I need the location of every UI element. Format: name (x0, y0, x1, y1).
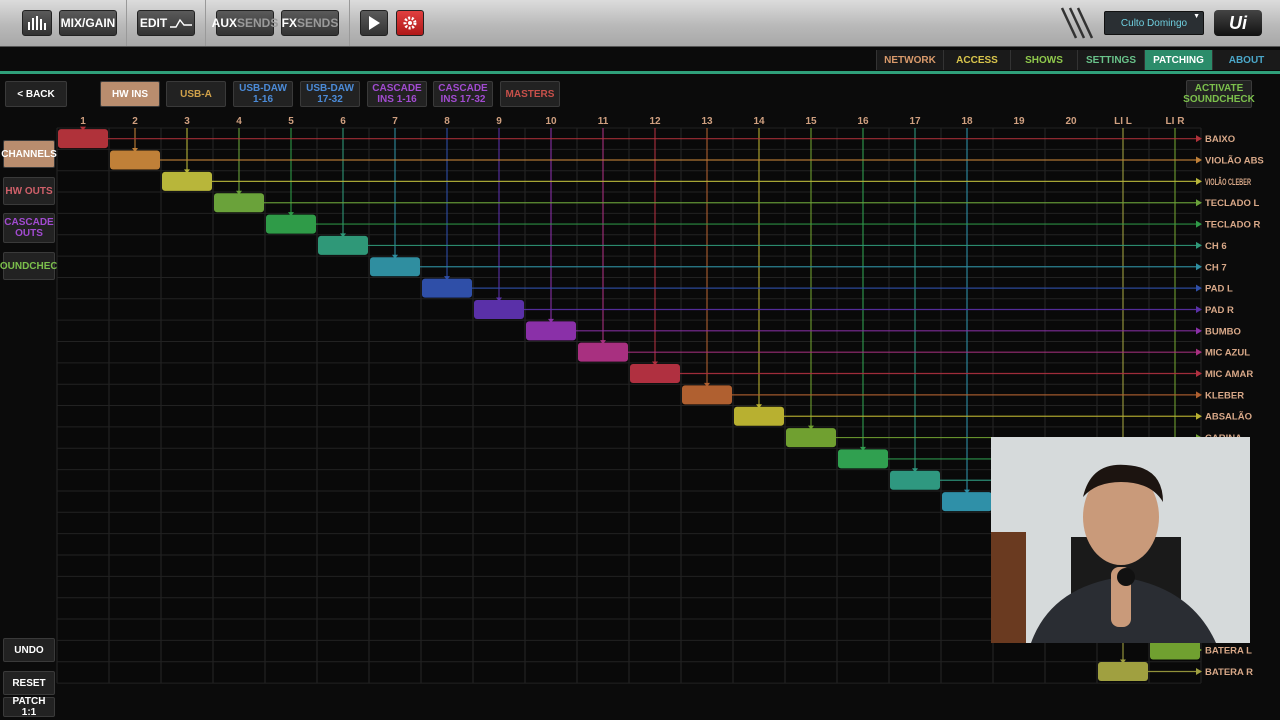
patch-block[interactable] (422, 278, 472, 298)
column-header: 13 (701, 116, 713, 127)
row-label: BATERA L (1205, 646, 1252, 657)
column-header: 19 (1013, 116, 1025, 127)
column-header: LI L (1114, 116, 1132, 127)
accent-line (0, 71, 1280, 74)
source-tab-cascade-1-16[interactable]: CASCADE INS 1-16 (367, 81, 427, 107)
column-header: 2 (132, 116, 138, 127)
row-label: BUMBO (1205, 326, 1241, 337)
column-header: 4 (236, 116, 242, 127)
patch-block[interactable] (682, 385, 732, 405)
row-label: VIOLÃO ABS (1205, 156, 1264, 167)
patch-block[interactable] (890, 470, 940, 490)
patch-block[interactable] (318, 235, 368, 255)
column-header: 1 (80, 116, 86, 127)
tab-settings[interactable]: SETTINGS (1077, 50, 1144, 70)
column-header: 9 (496, 116, 502, 127)
patch-block[interactable] (838, 449, 888, 469)
row-label: VIOLÃO CLEBER (1205, 177, 1251, 188)
toolbar-separator (126, 0, 127, 46)
patch-block[interactable] (110, 150, 160, 170)
row-label: PAD L (1205, 284, 1233, 295)
aux-sends-button[interactable]: AUX SENDS (212, 10, 278, 36)
meters-icon (28, 16, 46, 30)
source-tab-hw-ins[interactable]: HW INS (100, 81, 160, 107)
column-header: 10 (545, 116, 557, 127)
presenter-video-image (991, 437, 1250, 643)
patch-block[interactable] (266, 214, 316, 234)
column-header: 8 (444, 116, 450, 127)
row-label: BAIXO (1205, 134, 1235, 145)
play-icon (369, 16, 380, 30)
patch-block[interactable] (578, 342, 628, 362)
tab-network[interactable]: NETWORK (876, 50, 943, 70)
patch-block[interactable] (162, 171, 212, 191)
tab-about[interactable]: ABOUT (1212, 50, 1280, 70)
edit-button[interactable]: EDIT (137, 10, 195, 36)
show-name-display[interactable]: Culto Domingo ▼ (1104, 11, 1204, 35)
column-header: 11 (598, 116, 609, 127)
ui-logo: Ui (1214, 10, 1262, 36)
column-header: 5 (288, 116, 294, 127)
row-label: MIC AMAR (1205, 369, 1253, 380)
patch-block[interactable] (214, 193, 264, 213)
column-header: 20 (1065, 116, 1077, 127)
settings-button[interactable] (396, 10, 424, 36)
mix-gain-button[interactable]: MIX/GAIN (59, 10, 117, 36)
back-button[interactable]: < BACK (5, 81, 67, 107)
top-toolbar: MIX/GAIN EDIT AUX SENDS FX SENDS Culto Dom… (0, 0, 1280, 47)
patch-block[interactable] (734, 406, 784, 426)
tab-patching[interactable]: PATCHING (1144, 50, 1212, 70)
source-tab-masters[interactable]: MASTERS (500, 81, 560, 107)
patch-block[interactable] (370, 257, 420, 277)
row-label: PAD R (1205, 305, 1234, 316)
play-button[interactable] (360, 10, 388, 36)
patch-block[interactable] (1150, 640, 1200, 660)
patch-block[interactable] (786, 428, 836, 448)
activate-soundcheck-button[interactable]: ACTIVATE SOUNDCHECK (1183, 80, 1255, 108)
source-tab-cascade-17-32[interactable]: CASCADE INS 17-32 (433, 81, 493, 107)
webcam-overlay (991, 437, 1250, 643)
row-label: ABSALÃO (1205, 412, 1252, 423)
row-label: CH 6 (1205, 241, 1227, 252)
main-menu: NETWORK ACCESS SHOWS SETTINGS PATCHING A… (0, 50, 1280, 70)
patch-block[interactable] (58, 129, 108, 149)
tab-shows[interactable]: SHOWS (1010, 50, 1077, 70)
column-header: 6 (340, 116, 346, 127)
fx-sends-button[interactable]: FX SENDS (281, 10, 339, 36)
meters-button[interactable] (22, 10, 52, 36)
column-header: 18 (961, 116, 973, 127)
tab-access[interactable]: ACCESS (943, 50, 1010, 70)
row-label: KLEBER (1205, 390, 1244, 401)
patch-1-1-button[interactable]: PATCH 1:1 (3, 696, 55, 718)
row-label: BATERA R (1205, 667, 1253, 678)
patch-block[interactable] (526, 321, 576, 341)
patch-block[interactable] (474, 299, 524, 319)
row-label: TECLADO L (1205, 198, 1260, 209)
patch-block[interactable] (942, 492, 992, 512)
column-header: 3 (184, 116, 190, 127)
row-label: TECLADO R (1205, 220, 1261, 231)
column-header: 14 (753, 116, 765, 127)
source-tab-usb-daw-1-16[interactable]: USB-DAW 1-16 (233, 81, 293, 107)
column-header: LI R (1166, 116, 1186, 127)
patch-block[interactable] (630, 364, 680, 384)
row-label: MIC AZUL (1205, 348, 1250, 359)
column-header: 12 (649, 116, 661, 127)
patch-block[interactable] (1098, 662, 1148, 681)
gear-icon (403, 16, 417, 30)
column-header: 7 (392, 116, 398, 127)
dropdown-arrow-icon: ▼ (1193, 13, 1200, 20)
source-tab-usb-a[interactable]: USB-A (166, 81, 226, 107)
row-label: CH 7 (1205, 262, 1227, 273)
source-tab-usb-daw-17-32[interactable]: USB-DAW 17-32 (300, 81, 360, 107)
eq-curve-icon (170, 18, 193, 28)
toolbar-separator (205, 0, 206, 46)
toolbar-separator (349, 0, 350, 46)
logo-stripes-icon (1060, 7, 1094, 39)
column-header: 17 (909, 116, 921, 127)
column-header: 15 (805, 116, 817, 127)
column-header: 16 (857, 116, 869, 127)
